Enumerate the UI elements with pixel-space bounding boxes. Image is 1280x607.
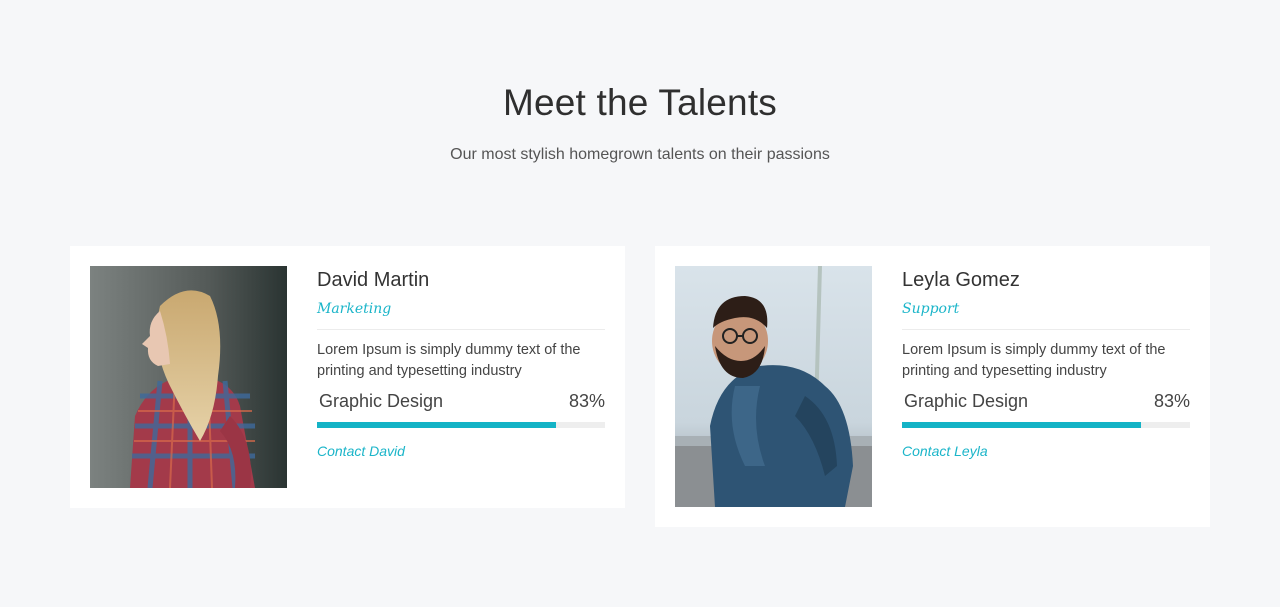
skill-progress-fill bbox=[902, 422, 1142, 428]
divider bbox=[902, 329, 1190, 330]
talent-name: David Martin bbox=[317, 269, 430, 291]
talent-card: Leyla Gomez Support Lorem Ipsum is simpl… bbox=[655, 246, 1210, 527]
skill-progress-bar bbox=[902, 422, 1190, 428]
skill-progress-bar bbox=[317, 422, 605, 428]
contact-link[interactable]: Contact Leyla bbox=[902, 441, 988, 461]
talent-name: Leyla Gomez bbox=[902, 269, 1020, 291]
section-subtitle: Our most stylish homegrown talents on th… bbox=[450, 146, 830, 163]
skill-progress-fill bbox=[317, 422, 557, 428]
skill-name: Graphic Design bbox=[904, 391, 1029, 411]
skill-name: Graphic Design bbox=[319, 391, 444, 411]
talent-description: Lorem Ipsum is simply dummy text of the … bbox=[902, 342, 1166, 379]
talent-role: Support bbox=[902, 301, 960, 317]
section-header: Meet the Talents Our most stylish homegr… bbox=[0, 82, 1280, 164]
talent-photo bbox=[675, 266, 872, 507]
talent-info: David Martin Marketing Lorem Ipsum is si… bbox=[317, 266, 605, 461]
talent-card: David Martin Marketing Lorem Ipsum is si… bbox=[70, 246, 625, 508]
skill-percent: 83% bbox=[1153, 391, 1190, 411]
talent-photo bbox=[90, 266, 287, 488]
section-title: Meet the Talents bbox=[502, 82, 777, 123]
skill-row: Graphic Design 83% bbox=[317, 388, 605, 414]
talent-description: Lorem Ipsum is simply dummy text of the … bbox=[317, 342, 581, 379]
divider bbox=[317, 329, 605, 330]
talent-info: Leyla Gomez Support Lorem Ipsum is simpl… bbox=[902, 266, 1190, 461]
skill-percent: 83% bbox=[568, 391, 605, 411]
contact-link[interactable]: Contact David bbox=[317, 441, 405, 461]
talent-role: Marketing bbox=[317, 301, 392, 317]
skill-row: Graphic Design 83% bbox=[902, 388, 1190, 414]
